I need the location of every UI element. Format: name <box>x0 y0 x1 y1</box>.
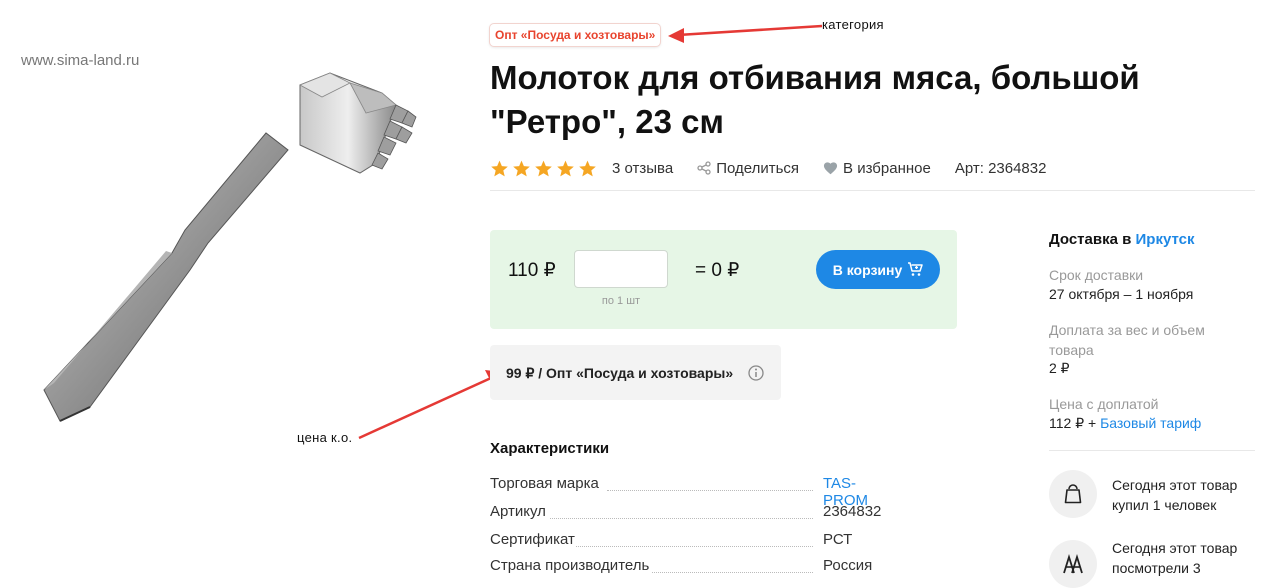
stat-icon-circle <box>1049 470 1097 518</box>
shopping-bag-icon <box>1064 484 1082 504</box>
price-with-surcharge: 112 ₽ + Базовый тариф <box>1049 413 1201 433</box>
article-number: Арт: 2364832 <box>954 159 1047 177</box>
delivery-title: Доставка в Иркутск <box>1049 231 1194 248</box>
star-icon <box>513 160 530 176</box>
dotted-leader <box>607 490 813 491</box>
cart-button-label: В корзину <box>832 261 903 278</box>
characteristic-label: Страна производитель <box>490 557 650 574</box>
add-to-cart-button[interactable]: В корзину <box>816 250 940 289</box>
star-icon <box>491 160 508 176</box>
divider <box>1049 450 1255 451</box>
characteristic-row: Страна производитель Россия <box>490 557 890 579</box>
annotation-category: категория <box>822 17 884 32</box>
annotation-arrow <box>668 24 823 43</box>
delivery-title-prefix: Доставка в <box>1049 231 1132 248</box>
share-button[interactable]: Поделиться <box>697 160 799 177</box>
product-meta: 3 отзыва Поделиться В избранное Арт: 236… <box>490 157 1070 179</box>
share-icon <box>697 161 711 175</box>
surcharge-label: Доплата за вес и объем товара <box>1049 322 1205 358</box>
buy-box: 110 ₽ по 1 шт = 0 ₽ В корзину <box>490 230 957 329</box>
heart-icon <box>823 162 838 175</box>
dotted-leader <box>576 546 813 547</box>
city-link[interactable]: Иркутск <box>1136 231 1195 248</box>
category-badge[interactable]: Опт «Посуда и хозтовары» <box>490 24 661 46</box>
total-price: = 0 ₽ <box>695 260 740 281</box>
unit-price: 110 ₽ <box>508 260 556 281</box>
delivery-term-label: Срок доставки <box>1049 267 1144 283</box>
annotation-wholesale-price: цена к.о. <box>297 430 353 445</box>
star-icon <box>557 160 574 176</box>
wholesale-price-box: 99 ₽ / Опт «Посуда и хозтовары» <box>490 345 781 400</box>
surcharge-value: 2 ₽ <box>1049 360 1070 376</box>
characteristics-title: Характеристики <box>490 440 610 457</box>
tariff-link[interactable]: Базовый тариф <box>1100 415 1201 431</box>
delivery-term-value: 27 октября – 1 ноября <box>1049 286 1194 302</box>
favorite-button[interactable]: В избранное <box>823 160 931 177</box>
price-with-surcharge-label: Цена с доплатой <box>1049 396 1159 412</box>
characteristic-row: Артикул 2364832 <box>490 503 890 525</box>
annotation-arrow <box>358 370 503 440</box>
reviews-link[interactable]: 3 отзыва <box>612 160 673 177</box>
characteristic-label: Торговая марка <box>490 475 599 492</box>
people-icon <box>1063 553 1083 574</box>
divider <box>490 190 1255 191</box>
quantity-input[interactable] <box>574 250 668 288</box>
favorite-label: В избранное <box>843 159 931 177</box>
characteristic-value: Россия <box>823 557 873 574</box>
characteristic-value: 2364832 <box>823 503 882 520</box>
dotted-leader <box>550 518 813 519</box>
characteristic-value: РСТ <box>823 531 853 548</box>
wholesale-price: 99 ₽ / Опт «Посуда и хозтовары» <box>506 365 734 381</box>
star-icon <box>535 160 552 176</box>
price-with-surcharge-value: 112 ₽ + <box>1049 415 1097 431</box>
stat-purchases: Сегодня этот товар купил 1 человек <box>1112 477 1238 513</box>
characteristic-label: Артикул <box>490 503 546 520</box>
characteristic-row: Сертификат РСТ <box>490 531 890 553</box>
cart-icon <box>908 262 924 276</box>
share-label: Поделиться <box>716 159 800 177</box>
info-icon[interactable] <box>748 365 764 381</box>
dotted-leader <box>652 572 813 573</box>
characteristic-row: Торговая марка TAS-PROM <box>490 475 890 509</box>
page-title: Молоток для отбивания мяса, большой "Рет… <box>490 59 1140 140</box>
rating-stars[interactable] <box>490 159 597 178</box>
quantity-hint: по 1 шт <box>601 295 641 307</box>
characteristic-label: Сертификат <box>490 531 575 548</box>
star-icon <box>579 160 596 176</box>
stat-views: Сегодня этот товар посмотрели 3 <box>1112 540 1238 576</box>
stat-icon-circle <box>1049 540 1097 588</box>
